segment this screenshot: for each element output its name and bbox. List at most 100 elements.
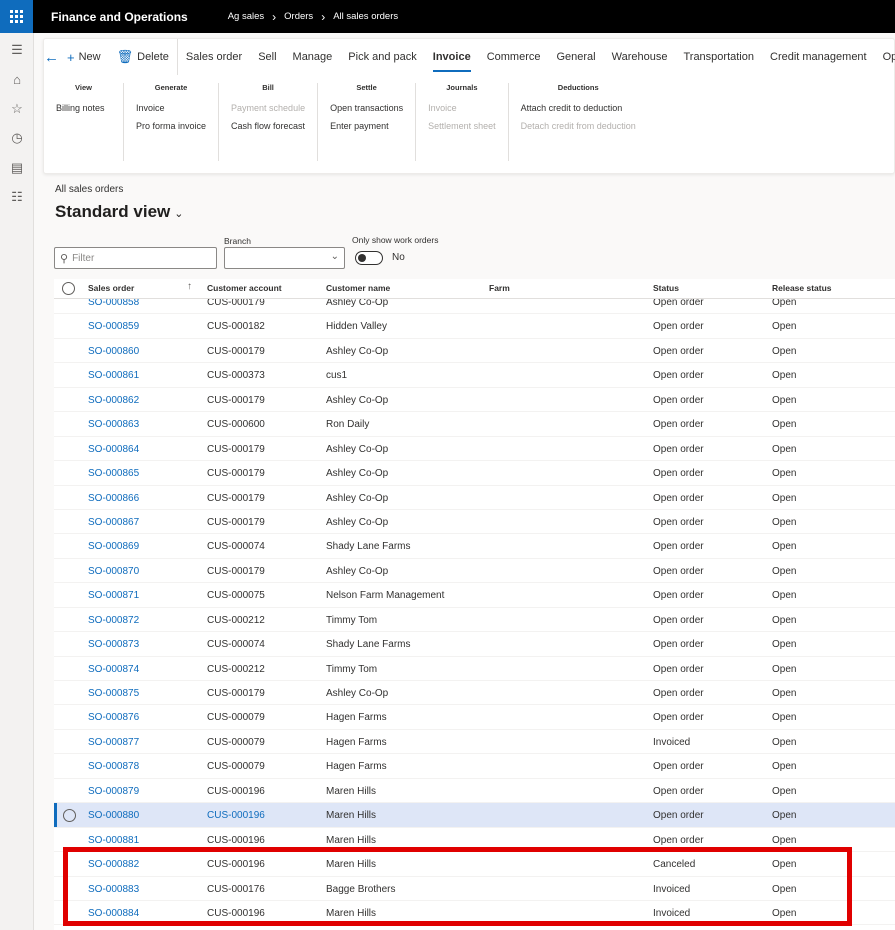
- customer-account-cell[interactable]: CUS-000196: [207, 810, 265, 821]
- table-row[interactable]: SO-000875 CUS-000179 Ashley Co-Op Open orde…: [54, 681, 895, 706]
- hamburger-icon[interactable]: ☰: [0, 35, 34, 65]
- table-row[interactable]: SO-000877 CUS-000079 Hagen Farms Invoiced Op…: [54, 730, 895, 755]
- sales-order-cell[interactable]: SO-000881: [88, 835, 139, 846]
- filter-input[interactable]: ⚲ Filter: [54, 247, 217, 269]
- list-icon[interactable]: ☷: [0, 183, 34, 213]
- customer-account-cell: CUS-000196: [207, 834, 265, 846]
- status-cell: Open order: [653, 541, 704, 553]
- delete-button[interactable]: 🗑 Delete: [109, 39, 177, 75]
- ribbon-group-header: Journals: [446, 83, 478, 92]
- sales-order-cell[interactable]: SO-000870: [88, 566, 139, 577]
- table-row[interactable]: SO-000871 CUS-000075 Nelson Farm Managemen…: [54, 583, 895, 608]
- app-launcher-button[interactable]: [0, 0, 33, 33]
- breadcrumb-item[interactable]: Orders: [284, 11, 313, 22]
- sales-order-cell[interactable]: SO-000871: [88, 590, 139, 601]
- sales-order-cell[interactable]: SO-000859: [88, 321, 139, 332]
- sales-order-cell[interactable]: SO-000869: [88, 541, 139, 552]
- sales-order-cell[interactable]: SO-000865: [88, 468, 139, 479]
- customer-account-cell: CUS-000212: [207, 663, 265, 675]
- tab-transportation[interactable]: Transportation: [675, 39, 762, 75]
- table-row[interactable]: SO-000876 CUS-000079 Hagen Farms Open order…: [54, 705, 895, 730]
- sales-order-cell[interactable]: SO-000860: [88, 346, 139, 357]
- table-row[interactable]: SO-000864 CUS-000179 Ashley Co-Op Open orde…: [54, 437, 895, 462]
- row-select-checkbox[interactable]: [63, 809, 76, 823]
- status-cell: Open order: [653, 321, 704, 333]
- sales-order-cell[interactable]: SO-000872: [88, 615, 139, 626]
- ribbon-action-button[interactable]: Open transactions: [330, 99, 403, 117]
- ribbon-group: Deductions Attach credit to deduction Deta…: [509, 83, 648, 161]
- tab-invoice[interactable]: Invoice: [425, 39, 479, 75]
- customer-name-cell: Ashley Co-Op: [326, 688, 389, 699]
- table-row[interactable]: SO-000863 CUS-000600 Ron Daily Open order Op…: [54, 412, 895, 437]
- sales-order-cell[interactable]: SO-000874: [88, 664, 139, 675]
- table-row[interactable]: SO-000879 CUS-000196 Maren Hills Open order…: [54, 779, 895, 804]
- customer-name-cell: Ashley Co-Op: [326, 468, 389, 480]
- home-icon[interactable]: ⌂: [0, 65, 34, 95]
- release-status-cell: Open: [772, 565, 797, 577]
- column-header-customer-name[interactable]: Customer name: [326, 283, 390, 293]
- sales-order-cell[interactable]: SO-000864: [88, 444, 139, 455]
- sales-order-cell[interactable]: SO-000876: [88, 712, 139, 723]
- release-status-cell: Open: [772, 394, 797, 406]
- table-row[interactable]: SO-000873 CUS-000074 Shady Lane Farms Open …: [54, 632, 895, 657]
- tab-options[interactable]: Option: [875, 39, 895, 75]
- sales-order-cell[interactable]: SO-000863: [88, 419, 139, 430]
- table-row[interactable]: SO-000859 CUS-000182 Hidden Valley Open ord…: [54, 314, 895, 339]
- table-row[interactable]: SO-000869 CUS-000074 Shady Lane Farms Open …: [54, 534, 895, 559]
- ribbon-action-button[interactable]: Enter payment: [330, 117, 403, 135]
- view-selector[interactable]: Standard view ⌄: [55, 202, 183, 222]
- column-header-farm[interactable]: Farm: [489, 283, 510, 293]
- table-row[interactable]: SO-000862 CUS-000179 Ashley Co-Op Open orde…: [54, 388, 895, 413]
- ribbon-action-button[interactable]: Invoice: [136, 99, 206, 117]
- tab-sell[interactable]: Sell: [250, 39, 284, 75]
- tab-warehouse[interactable]: Warehouse: [604, 39, 676, 75]
- sales-order-cell[interactable]: SO-000861: [88, 370, 139, 381]
- sales-order-cell[interactable]: SO-000880: [88, 810, 139, 821]
- column-header-customer-account[interactable]: Customer account: [207, 283, 282, 293]
- tab-sales-order[interactable]: Sales order: [176, 39, 250, 75]
- sales-order-cell[interactable]: SO-000877: [88, 737, 139, 748]
- sales-order-cell[interactable]: SO-000862: [88, 395, 139, 406]
- sales-order-cell[interactable]: SO-000866: [88, 493, 139, 504]
- table-row[interactable]: SO-000872 CUS-000212 Timmy Tom Open order Op…: [54, 608, 895, 633]
- tab-manage[interactable]: Manage: [285, 39, 341, 75]
- breadcrumb-item[interactable]: All sales orders: [333, 11, 398, 22]
- tab-credit-management[interactable]: Credit management: [762, 39, 875, 75]
- table-row[interactable]: SO-000865 CUS-000179 Ashley Co-Op Open orde…: [54, 461, 895, 486]
- ribbon-action-button[interactable]: Billing notes: [56, 99, 111, 117]
- tab-general[interactable]: General: [548, 39, 603, 75]
- sales-order-cell[interactable]: SO-000875: [88, 688, 139, 699]
- back-arrow-icon[interactable]: ←: [44, 49, 59, 66]
- ribbon-action-button[interactable]: Pro forma invoice: [136, 117, 206, 135]
- ribbon-action-button[interactable]: Attach credit to deduction: [521, 99, 636, 117]
- customer-name-cell: Timmy Tom: [326, 614, 378, 626]
- column-header-sales-order[interactable]: Sales order: [88, 283, 134, 293]
- branch-select[interactable]: ⌄: [224, 247, 345, 269]
- table-row[interactable]: SO-000880 CUS-000196 Maren Hills Open order…: [54, 803, 895, 828]
- table-row[interactable]: SO-000867 CUS-000179 Ashley Co-Op Open orde…: [54, 510, 895, 535]
- sales-order-cell[interactable]: SO-000879: [88, 786, 139, 797]
- sales-order-cell[interactable]: SO-000873: [88, 639, 139, 650]
- select-all-checkbox[interactable]: [62, 282, 75, 295]
- customer-name-cell: Hagen Farms: [326, 761, 387, 773]
- sales-order-cell[interactable]: SO-000867: [88, 517, 139, 528]
- tab-commerce[interactable]: Commerce: [479, 39, 549, 75]
- new-button[interactable]: + New: [59, 39, 109, 75]
- table-row[interactable]: SO-000878 CUS-000079 Hagen Farms Open order…: [54, 754, 895, 779]
- table-row[interactable]: SO-000866 CUS-000179 Ashley Co-Op Open orde…: [54, 486, 895, 510]
- table-row[interactable]: SO-000861 CUS-000373 cus1 Open order Open: [54, 363, 895, 388]
- column-header-status[interactable]: Status: [653, 283, 679, 293]
- work-orders-toggle[interactable]: [355, 251, 383, 265]
- ribbon-action-button[interactable]: Cash flow forecast: [231, 117, 305, 135]
- table-row[interactable]: SO-000870 CUS-000179 Ashley Co-Op Open orde…: [54, 559, 895, 584]
- tab-pick-and-pack[interactable]: Pick and pack: [340, 39, 424, 75]
- table-row[interactable]: SO-000874 CUS-000212 Timmy Tom Open order Op…: [54, 657, 895, 681]
- sales-order-cell[interactable]: SO-000878: [88, 761, 139, 772]
- clock-icon[interactable]: ◷: [0, 124, 34, 154]
- table-row[interactable]: SO-000860 CUS-000179 Ashley Co-Op Open orde…: [54, 339, 895, 364]
- workspace-icon[interactable]: ▤: [0, 153, 34, 183]
- star-icon[interactable]: ☆: [0, 94, 34, 124]
- column-header-release-status[interactable]: Release status: [772, 283, 832, 293]
- breadcrumb-item[interactable]: Ag sales: [228, 11, 264, 22]
- plus-icon: +: [67, 49, 75, 65]
